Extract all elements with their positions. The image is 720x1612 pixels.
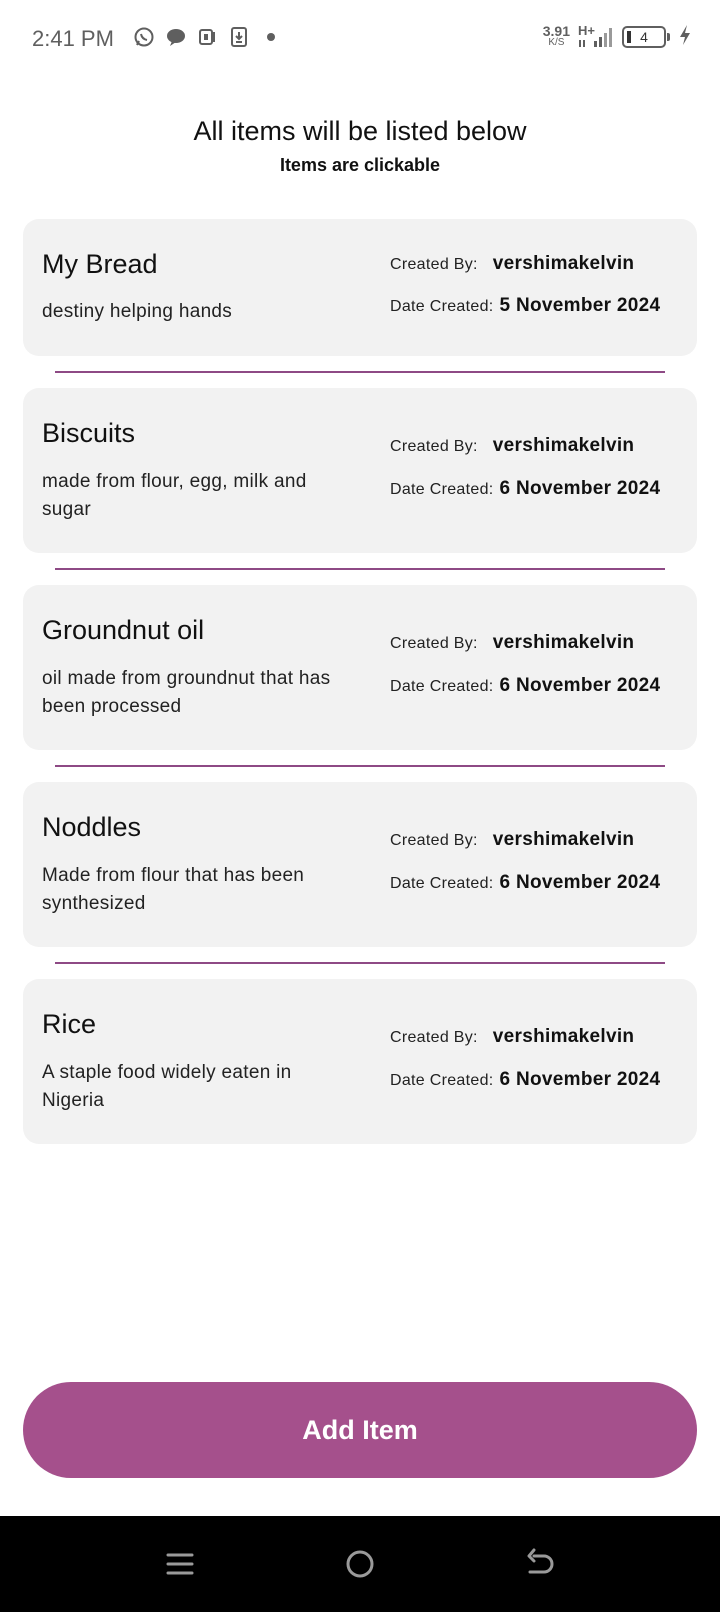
created-by-row: Created By: vershimakelvin: [390, 435, 634, 457]
charging-icon: [678, 24, 692, 50]
created-by-value: vershimakelvin: [492, 435, 635, 456]
item-card[interactable]: Noddles Made from flour that has been sy…: [23, 782, 697, 947]
signal-icon: H+: [578, 23, 614, 49]
system-nav-bar: [0, 1516, 720, 1612]
battery-level: 4: [640, 29, 648, 45]
date-created-label: Date Created:: [390, 678, 494, 695]
item-card[interactable]: Rice A staple food widely eaten in Niger…: [23, 979, 697, 1144]
item-description: oil made from groundnut that has been pr…: [42, 668, 331, 717]
created-by-label: Created By:: [390, 256, 478, 273]
item-description: Made from flour that has been synthesize…: [42, 865, 305, 914]
item-card[interactable]: My Bread destiny helping hands Created B…: [23, 219, 697, 356]
created-by-row: Created By: vershimakelvin: [390, 253, 634, 275]
item-list: My Bread destiny helping hands Created B…: [23, 219, 697, 1144]
date-created-row: Date Created: 6 November 2024: [390, 675, 660, 697]
battery-icon: 4: [622, 26, 670, 48]
date-created-label: Date Created:: [390, 481, 494, 498]
item-title: Noddles: [42, 812, 142, 842]
date-created-value: 6 November 2024: [499, 478, 661, 499]
add-item-button[interactable]: Add Item: [23, 1382, 697, 1478]
created-by-value: vershimakelvin: [492, 632, 635, 653]
created-by-row: Created By: vershimakelvin: [390, 829, 634, 851]
page-title: All items will be listed below: [193, 116, 527, 146]
item-card[interactable]: Groundnut oil oil made from groundnut th…: [23, 585, 697, 750]
date-created-value: 6 November 2024: [499, 872, 661, 893]
item-description: made from flour, egg, milk and sugar: [42, 471, 307, 520]
nfc-icon: [197, 26, 217, 48]
created-by-value: vershimakelvin: [492, 1026, 635, 1047]
notification-icons: [133, 26, 275, 48]
menu-icon[interactable]: [160, 1544, 200, 1584]
created-by-label: Created By:: [390, 635, 478, 652]
page-subtitle: Items are clickable: [279, 155, 441, 175]
date-created-label: Date Created:: [390, 1072, 494, 1089]
back-icon[interactable]: [520, 1544, 560, 1584]
item-description: destiny helping hands: [42, 301, 233, 322]
net-speed-value: 3.91: [542, 23, 570, 39]
date-created-row: Date Created: 6 November 2024: [390, 478, 660, 500]
item-title: Rice: [42, 1009, 97, 1039]
item-description: A staple food widely eaten in Nigeria: [42, 1062, 292, 1111]
date-created-row: Date Created: 6 November 2024: [390, 1069, 660, 1091]
system-status: 3.91 K/S H+ 4: [542, 23, 692, 50]
created-by-row: Created By: vershimakelvin: [390, 632, 634, 654]
whatsapp-icon: [133, 26, 154, 48]
status-time: 2:41 PM: [32, 26, 114, 51]
item-title: Groundnut oil: [42, 615, 205, 645]
item-title: Biscuits: [42, 418, 136, 448]
status-bar: 2:41 PM 3.91 K/S H+ 4: [0, 0, 720, 80]
date-created-value: 6 November 2024: [499, 1069, 661, 1090]
date-created-value: 5 November 2024: [499, 295, 661, 316]
created-by-label: Created By:: [390, 438, 478, 455]
date-created-label: Date Created:: [390, 298, 494, 315]
created-by-label: Created By:: [390, 1029, 478, 1046]
date-created-label: Date Created:: [390, 875, 494, 892]
created-by-value: vershimakelvin: [492, 829, 635, 850]
date-created-row: Date Created: 5 November 2024: [390, 295, 660, 317]
date-created-value: 6 November 2024: [499, 675, 661, 696]
item-title: My Bread: [42, 249, 158, 279]
net-speed: 3.91 K/S: [542, 23, 570, 49]
item-card[interactable]: Biscuits made from flour, egg, milk and …: [23, 388, 697, 553]
date-created-row: Date Created: 6 November 2024: [390, 872, 660, 894]
download-icon: [229, 26, 249, 48]
page-header: All items will be listed below Items are…: [0, 116, 720, 176]
dot-icon: [267, 33, 275, 41]
created-by-label: Created By:: [390, 832, 478, 849]
chat-bubble-icon: [165, 26, 185, 48]
home-icon[interactable]: [340, 1544, 380, 1584]
created-by-row: Created By: vershimakelvin: [390, 1026, 634, 1048]
created-by-value: vershimakelvin: [492, 253, 635, 274]
